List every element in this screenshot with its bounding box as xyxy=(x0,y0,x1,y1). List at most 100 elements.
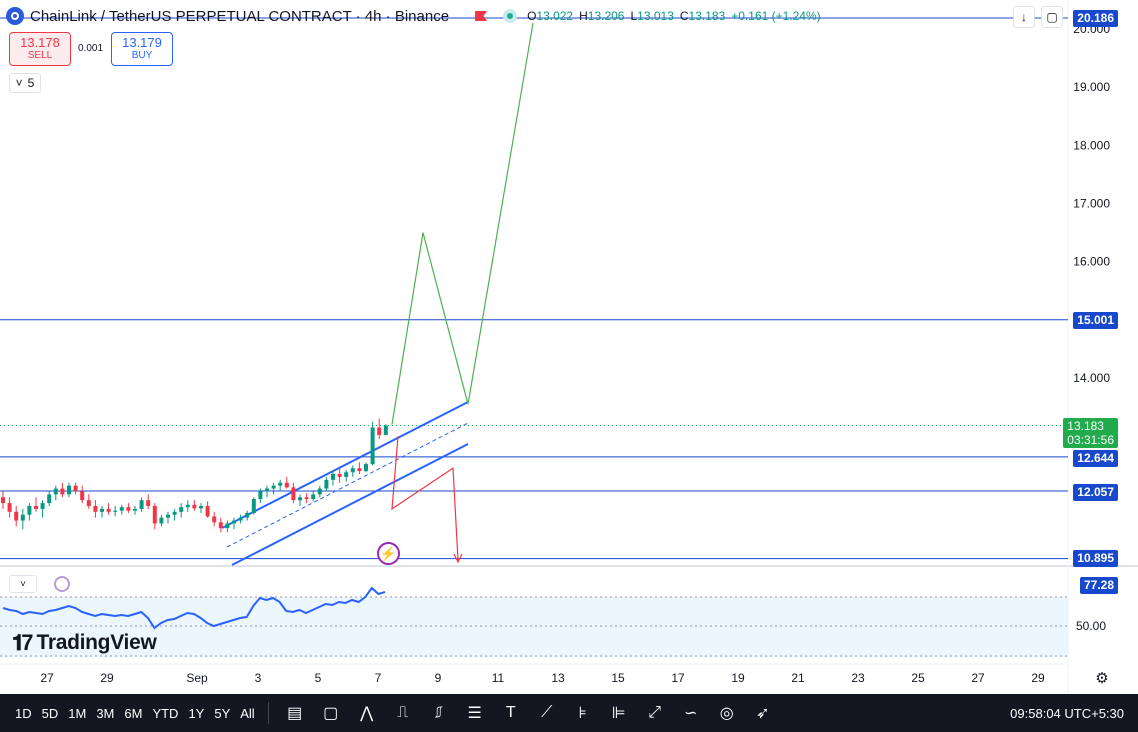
ohlc-key: O xyxy=(527,9,537,23)
spread-value: 0.001 xyxy=(78,43,104,54)
chart-app: 20.000 19.000 18.000 17.000 16.000 14.000 50.0… xyxy=(0,0,1138,732)
timeframe-5y[interactable]: 5Y xyxy=(209,694,235,732)
legend-toggle-count: 5 xyxy=(27,76,35,90)
candle-body xyxy=(337,474,342,477)
timeframe-3m[interactable]: 3M xyxy=(91,694,119,732)
tradingview-brand: TradingView xyxy=(36,631,157,654)
visibility-eye-icon[interactable] xyxy=(503,9,518,23)
candle-body xyxy=(139,500,144,509)
candle-body xyxy=(86,500,91,506)
indicator-axis-tick: 50.00 xyxy=(1076,619,1106,633)
symbol-title[interactable]: ChainLink / TetherUS PERPETUAL CONTRACT … xyxy=(30,8,449,25)
ohlc-value: 13.183 xyxy=(688,9,726,23)
indicator-loading-icon xyxy=(54,576,70,592)
long-position-icon[interactable]: ⎍ xyxy=(391,701,415,725)
candle-body xyxy=(100,508,104,512)
timeframe-5d[interactable]: 5D xyxy=(37,694,64,732)
candle-body xyxy=(311,494,316,500)
candle-body xyxy=(291,487,296,501)
sell-label: SELL xyxy=(27,50,53,61)
ohlc-value: 13.206 xyxy=(587,9,625,23)
candle-body xyxy=(60,488,65,495)
candle-body xyxy=(265,488,269,492)
candle-body xyxy=(350,468,355,473)
timeframe-1y[interactable]: 1Y xyxy=(183,694,209,732)
ohlc-value: 13.022 xyxy=(536,9,574,23)
fib-retracement-icon[interactable]: ⊧ xyxy=(571,701,595,725)
volume-profile-icon[interactable]: ⊫ xyxy=(607,701,631,725)
timeframe-ytd[interactable]: YTD xyxy=(147,694,183,732)
circle-target-icon[interactable]: ◎ xyxy=(715,701,739,725)
candle-body xyxy=(218,522,223,529)
price-axis-tick: 18.000 xyxy=(1073,138,1110,152)
chart-canvas[interactable]: 20.00019.00018.00017.00016.00014.00050.0… xyxy=(0,0,1138,732)
text-icon[interactable]: T xyxy=(499,701,523,725)
tradingview-logo[interactable]: 𝟏7 TradingView xyxy=(12,630,157,656)
buy-price: 13.179 xyxy=(122,35,162,50)
timeframe-1m[interactable]: 1M xyxy=(63,694,91,732)
candle-body xyxy=(258,491,263,500)
clock-timezone[interactable]: 09:58:04 UTC+5:30 xyxy=(1010,694,1124,732)
time-axis-tick: Sep xyxy=(186,671,208,685)
candle-body xyxy=(20,514,25,521)
candle-body xyxy=(133,508,137,511)
candle-body xyxy=(14,511,19,521)
candle-body xyxy=(199,505,203,509)
price-label-15001: 15.001 xyxy=(1073,312,1118,329)
candle-body xyxy=(34,505,38,509)
candle-body xyxy=(232,520,236,524)
candle-body xyxy=(7,503,12,512)
candle-body xyxy=(172,511,177,515)
download-arrow-icon[interactable]: ↓ xyxy=(1013,6,1035,28)
curve-icon[interactable]: ∽ xyxy=(679,701,703,725)
time-axis-tick: 17 xyxy=(671,671,685,685)
time-axis-tick: 21 xyxy=(791,671,805,685)
price-label-10895: 10.895 xyxy=(1073,550,1118,567)
arrow-icon[interactable]: ➶ xyxy=(751,701,775,725)
time-axis-tick: 11 xyxy=(492,671,505,685)
short-position-icon[interactable]: ⎎ xyxy=(427,701,451,725)
current-price-label: 13.183 03:31:56 xyxy=(1063,418,1118,448)
candle-body xyxy=(73,485,78,492)
ohlc-value: 13.013 xyxy=(637,9,674,23)
channel-upper-line xyxy=(221,401,469,529)
flag-icon[interactable] xyxy=(475,11,488,21)
chevron-down-icon: ˅ xyxy=(15,76,23,90)
candle-body xyxy=(106,508,111,512)
sell-button[interactable]: 13.178 SELL xyxy=(9,32,71,66)
fullscreen-icon[interactable]: ▢ xyxy=(1041,6,1063,28)
price-label-12644: 12.644 xyxy=(1073,450,1118,467)
time-axis-tick: 23 xyxy=(851,671,865,685)
settings-gear-icon[interactable]: ⚙ xyxy=(1093,669,1111,687)
buy-button[interactable]: 13.179 BUY xyxy=(111,32,173,66)
candle-body xyxy=(344,472,349,477)
bottom-toolbar: 1D 5D 1M 3M 6M YTD 1Y 5Y All ▤ ▢ ⋀ ⎍ ⎎ ☰ T ⟋ ⊧ ⊫ ⤢ ∽ ◎ ➶ 09:5… xyxy=(0,694,1138,732)
parallel-channel-icon[interactable]: ☰ xyxy=(463,701,487,725)
price-axis-tick: 16.000 xyxy=(1073,255,1110,269)
ohlc-item: H13.206 xyxy=(579,9,624,23)
legend-toggle-button[interactable]: ˅ 5 xyxy=(9,73,41,93)
sell-price: 13.178 xyxy=(20,35,60,50)
lightning-event-icon[interactable]: ⚡ xyxy=(377,542,400,565)
bullish-projection-path xyxy=(391,23,534,425)
channel-median-line xyxy=(226,422,469,548)
timeframe-6m[interactable]: 6M xyxy=(119,694,147,732)
candle-body xyxy=(278,482,283,486)
candle-body xyxy=(67,485,71,495)
candle-body xyxy=(53,488,58,495)
measure-icon[interactable]: ⤢ xyxy=(643,701,667,725)
indicator-band xyxy=(0,597,1068,657)
candle-body xyxy=(113,510,118,512)
time-axis-tick: 19 xyxy=(731,671,745,685)
candle-body xyxy=(251,499,256,513)
candle-body xyxy=(166,514,170,518)
timeframe-all[interactable]: All xyxy=(235,694,259,732)
symbol-header: ChainLink / TetherUS PERPETUAL CONTRACT … xyxy=(6,6,821,26)
trend-line-icon[interactable]: ⟋ xyxy=(535,701,559,725)
timeframe-1d[interactable]: 1D xyxy=(10,694,37,732)
indicator-collapse-button[interactable]: ˅ xyxy=(9,575,37,593)
rectangle-icon[interactable]: ▢ xyxy=(319,701,343,725)
calendar-range-icon[interactable]: ▤ xyxy=(283,701,307,725)
path-icon[interactable]: ⋀ xyxy=(355,701,379,725)
time-axis-tick: 15 xyxy=(611,671,625,685)
